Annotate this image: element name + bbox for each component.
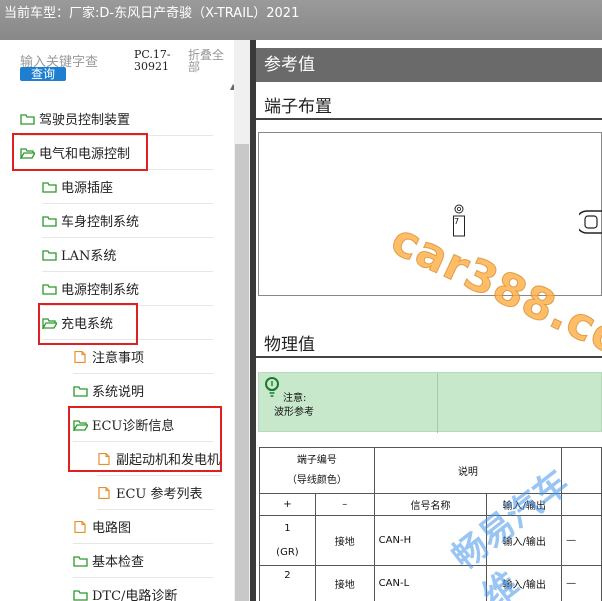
cell-extra: — [561,565,602,601]
note-divider [437,373,438,433]
cell-plus: 1 (GR) [259,515,316,566]
note-text: 波形参考 [274,407,314,418]
tree-item-label: ECU 参考列表 [116,487,203,502]
folder-icon [42,283,57,295]
tree-item-label: 电路图 [92,521,132,536]
tree-item-label: 系统说明 [92,385,145,400]
header-extra [561,493,602,516]
content-panel: 参考值 端子布置 7 物理值 注意: 波形参考 端子编号 （导线颜色） 说明 +… [256,40,602,601]
navigation-tree-panel: 输入关键字查 查询 PC.17- 30921 折叠全 部 ▲ 驾驶员控制装置 电… [0,40,250,601]
section-divider [256,118,602,120]
table-row: 2 接地 CAN-L 输入/输出 — [259,565,602,601]
header-signal-name: 信号名称 [373,493,488,516]
current-model-value: 厂家:D-东风日产奇骏（X-TRAIL）2021 [69,6,300,21]
folder-icon [73,385,88,397]
tree-item-label: 车身控制系统 [61,215,140,230]
cell-signal: CAN-H [373,515,488,566]
collapse-line-2: 部 [188,60,201,74]
cell-io: 输入/输出 [486,565,563,601]
folder-icon [20,113,35,125]
tree-item-label: LAN系统 [61,249,117,264]
lightbulb-icon [265,377,279,397]
terminal-pin-number: 7 [454,217,460,226]
cell-pin: 2 [284,570,291,581]
tree-item-label: 驾驶员控制装置 [39,113,131,128]
current-model-label: 当前车型： [4,6,70,21]
tree-item-lan[interactable]: LAN系统 [42,238,213,272]
tree-item-basic-inspection[interactable]: 基本检查 [73,544,213,578]
tree-item-body-control[interactable]: 车身控制系统 [42,204,213,238]
header-terminal-number: 端子编号 [296,454,337,466]
table-header-terminal: 端子编号 （导线颜色） [259,447,375,494]
tree-item-power-outlet[interactable]: 电源插座 [42,170,213,204]
cell-extra: — [561,515,602,566]
note-label: 注意: [283,393,307,404]
version-line-2: 30921 [134,60,169,73]
highlight-ecu-diagnosis [68,406,222,472]
header-io: 输入/输出 [486,493,563,516]
search-button[interactable]: 查询 [20,67,66,81]
tree-item-precautions[interactable]: 注意事项 [73,340,213,374]
section-divider [256,356,602,358]
tree-item-driver-controls[interactable]: 驾驶员控制装置 [20,102,213,136]
document-icon [73,520,88,533]
folder-icon [42,181,57,193]
terminal-table: 端子编号 （导线颜色） 说明 + – 信号名称 输入/输出 1 (GR) 接地 … [259,447,602,601]
table-row: 1 (GR) 接地 CAN-H 输入/输出 — [259,515,602,566]
cell-io: 输入/输出 [486,515,563,566]
tree-item-label: 电源插座 [61,181,114,196]
terminal-diagram [258,132,602,296]
note-box: 注意: 波形参考 [258,372,602,433]
version-label: PC.17- 30921 [134,49,171,73]
folder-icon [42,215,57,227]
collapse-all-button[interactable]: 折叠全 部 [188,49,224,73]
document-icon [73,350,88,363]
tree-scrollbar-thumb[interactable] [235,144,249,601]
cell-minus: 接地 [314,515,375,566]
cell-wire: (GR) [276,546,299,558]
tree-item-power-control[interactable]: 电源控制系统 [42,272,213,306]
folder-icon [73,589,88,601]
current-model-bar: 当前车型：厂家:D-东风日产奇骏（X-TRAIL）2021 [0,0,602,40]
tree-scrollbar[interactable] [234,40,250,601]
tree-item-system-description[interactable]: 系统说明 [73,374,213,408]
connector-icon [579,210,602,234]
tree-item-label: 基本检查 [92,555,145,570]
physical-value-title: 物理值 [264,335,315,355]
terminal-layout-title: 端子布置 [264,97,332,117]
tree-item-ecu-reference[interactable]: ECU 参考列表 [97,476,213,510]
tree-item-label: DTC/电路诊断 [92,589,178,601]
table-header-extra [561,447,602,494]
tree-item-label: 电源控制系统 [61,283,140,298]
header-description: 说明 [373,447,563,494]
cell-signal: CAN-L [373,565,488,601]
tree-item-circuit-diagram[interactable]: 电路图 [73,510,213,544]
tree-item-label: 注意事项 [92,351,145,366]
highlight-charging [38,303,138,345]
cell-minus: 接地 [314,565,375,601]
tree-item-dtc-diagnosis[interactable]: DTC/电路诊断 [73,578,213,601]
folder-icon [42,249,57,261]
cell-pin: 1 [284,522,291,534]
cell-plus: 2 [259,565,316,601]
reference-value-header: 参考值 [256,48,602,82]
folder-icon [73,555,88,567]
highlight-electrical-power [12,133,148,171]
header-wire-color: （导线颜色） [286,474,347,486]
header-minus: – [314,493,375,516]
header-plus: + [259,493,316,516]
document-icon [97,486,112,499]
